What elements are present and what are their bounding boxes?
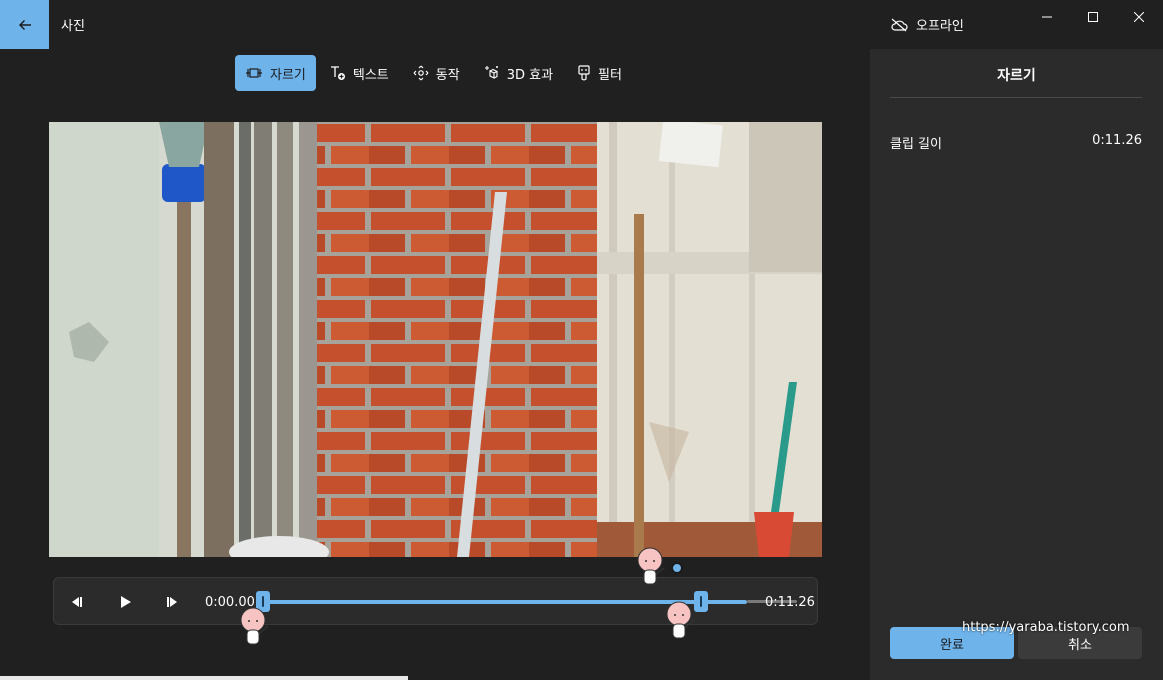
peach-mascot-sticker (666, 601, 695, 639)
tab-text[interactable]: 텍스트 (320, 55, 399, 91)
tab-motion[interactable]: 동작 (403, 55, 470, 91)
tab-trim-label: 자르기 (270, 67, 306, 83)
filter-icon (578, 65, 590, 81)
previous-frame-icon (72, 597, 82, 607)
play-button[interactable] (114, 591, 136, 613)
trim-panel: 자르기 클립 길이 0:11.26 (870, 49, 1163, 680)
close-icon (1134, 12, 1144, 22)
clip-length-label: 클립 길이 (890, 137, 942, 152)
next-frame-icon (167, 597, 177, 607)
peach-mascot-sticker (637, 547, 665, 585)
video-preview (49, 122, 822, 557)
minimize-button[interactable] (1024, 0, 1070, 34)
edit-toolbar: 자르기 텍스트 동작 3D 효과 필터 (235, 55, 632, 91)
panel-title: 자르기 (997, 68, 1036, 84)
tab-text-label: 텍스트 (352, 67, 389, 83)
maximize-button[interactable] (1070, 0, 1116, 34)
end-time: 0:11.26 (765, 595, 815, 610)
offline-status[interactable]: 오프라인 (890, 15, 964, 34)
offline-label: 오프라인 (916, 19, 964, 34)
maximize-icon (1088, 12, 1098, 22)
tab-trim[interactable]: 자르기 (235, 55, 316, 91)
video-frame-image (49, 122, 822, 557)
watermark-url: https://yaraba.tistory.com (962, 620, 1130, 635)
back-arrow-icon (18, 19, 31, 30)
panel-divider (890, 97, 1142, 98)
trim-icon (246, 68, 262, 78)
back-button[interactable] (0, 0, 49, 49)
peach-mascot-sticker (240, 607, 269, 645)
cloud-offline-icon (891, 18, 908, 31)
minimize-icon (1042, 16, 1052, 18)
text-add-icon (330, 66, 345, 80)
playhead-handle[interactable] (671, 562, 683, 574)
previous-frame-button[interactable] (65, 591, 87, 613)
motion-icon (413, 65, 429, 81)
close-button[interactable] (1116, 0, 1162, 34)
tab-filter-label: 필터 (598, 67, 622, 83)
app-title: 사진 (61, 19, 85, 34)
tab-filter[interactable]: 필터 (567, 55, 632, 91)
play-icon (121, 596, 131, 608)
tab-3d-effects-label: 3D 효과 (506, 67, 554, 83)
3d-effects-icon (484, 66, 498, 79)
tab-3d-effects[interactable]: 3D 효과 (474, 55, 563, 91)
clip-length-value: 0:11.26 (1092, 133, 1142, 148)
tab-motion-label: 동작 (435, 67, 460, 83)
playback-bar: 0:00.00 0:11.26 (53, 577, 889, 625)
next-frame-button[interactable] (162, 591, 184, 613)
taskbar-edge (0, 676, 408, 680)
